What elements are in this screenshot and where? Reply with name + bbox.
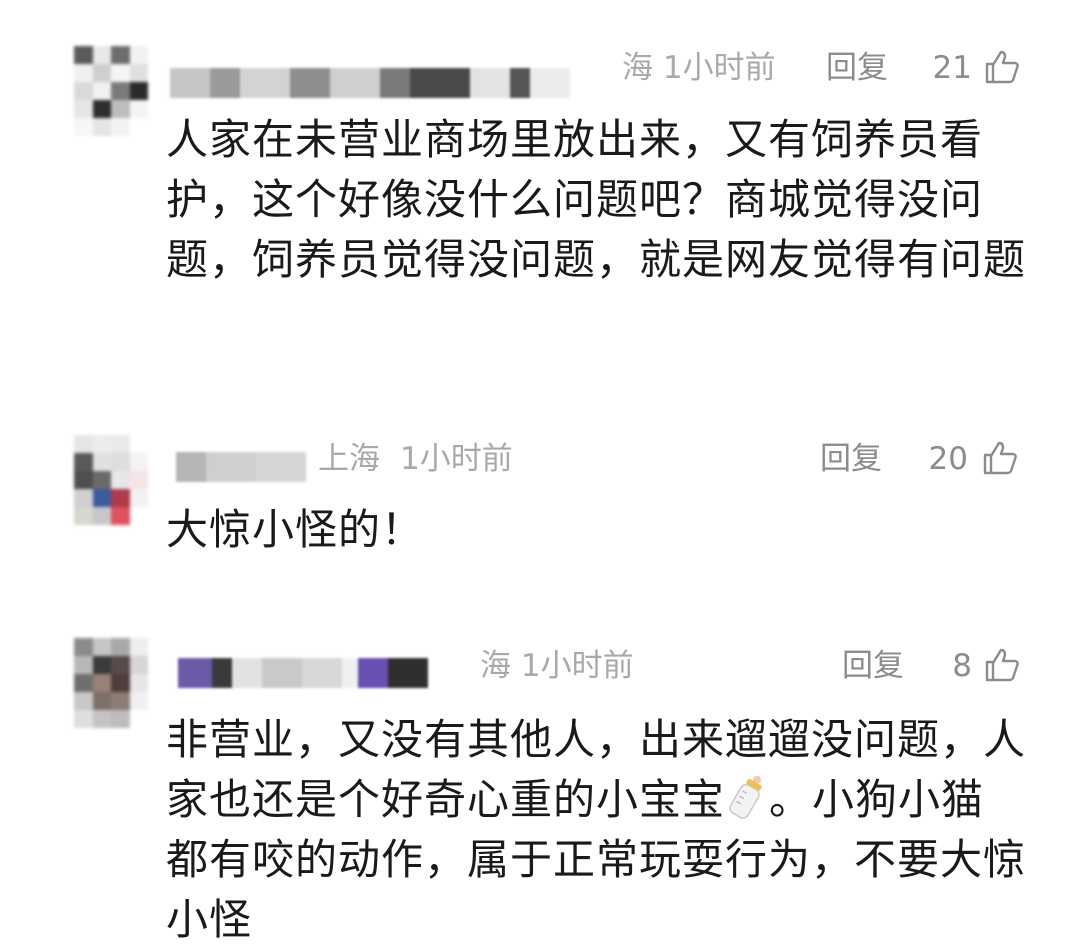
username[interactable] <box>170 68 570 98</box>
comment-text: 非营业，又没有其他人，出来遛遛没问题，人家也还是个好奇心重的小宝宝 。小狗小猫都… <box>166 710 1026 950</box>
reply-button[interactable]: 回复 <box>826 53 888 84</box>
location: 上海 <box>318 441 380 477</box>
baby-bottle-icon <box>729 775 762 819</box>
time: 1小时前 <box>400 441 513 477</box>
reply-button[interactable]: 回复 <box>842 651 904 682</box>
avatar[interactable] <box>74 46 148 136</box>
avatar[interactable] <box>74 435 148 525</box>
location-time: 海 1小时前 <box>622 50 776 86</box>
username[interactable] <box>178 658 428 688</box>
like-count: 8 <box>952 648 972 684</box>
username[interactable] <box>176 452 306 482</box>
thumbs-up-icon[interactable] <box>982 440 1018 476</box>
thumbs-up-icon[interactable] <box>984 49 1020 85</box>
like-count: 20 <box>928 441 968 477</box>
avatar[interactable] <box>74 638 148 728</box>
comment-text: 大惊小怪的！ <box>166 505 425 554</box>
location-time: 海 1小时前 <box>480 648 634 684</box>
thumbs-up-icon[interactable] <box>984 647 1020 683</box>
comment-text: 人家在未营业商场里放出来，又有饲养员看护，这个好像没什么问题吧？商城觉得没问题，… <box>166 115 1027 284</box>
like-count: 21 <box>932 50 972 86</box>
reply-button[interactable]: 回复 <box>820 444 882 475</box>
